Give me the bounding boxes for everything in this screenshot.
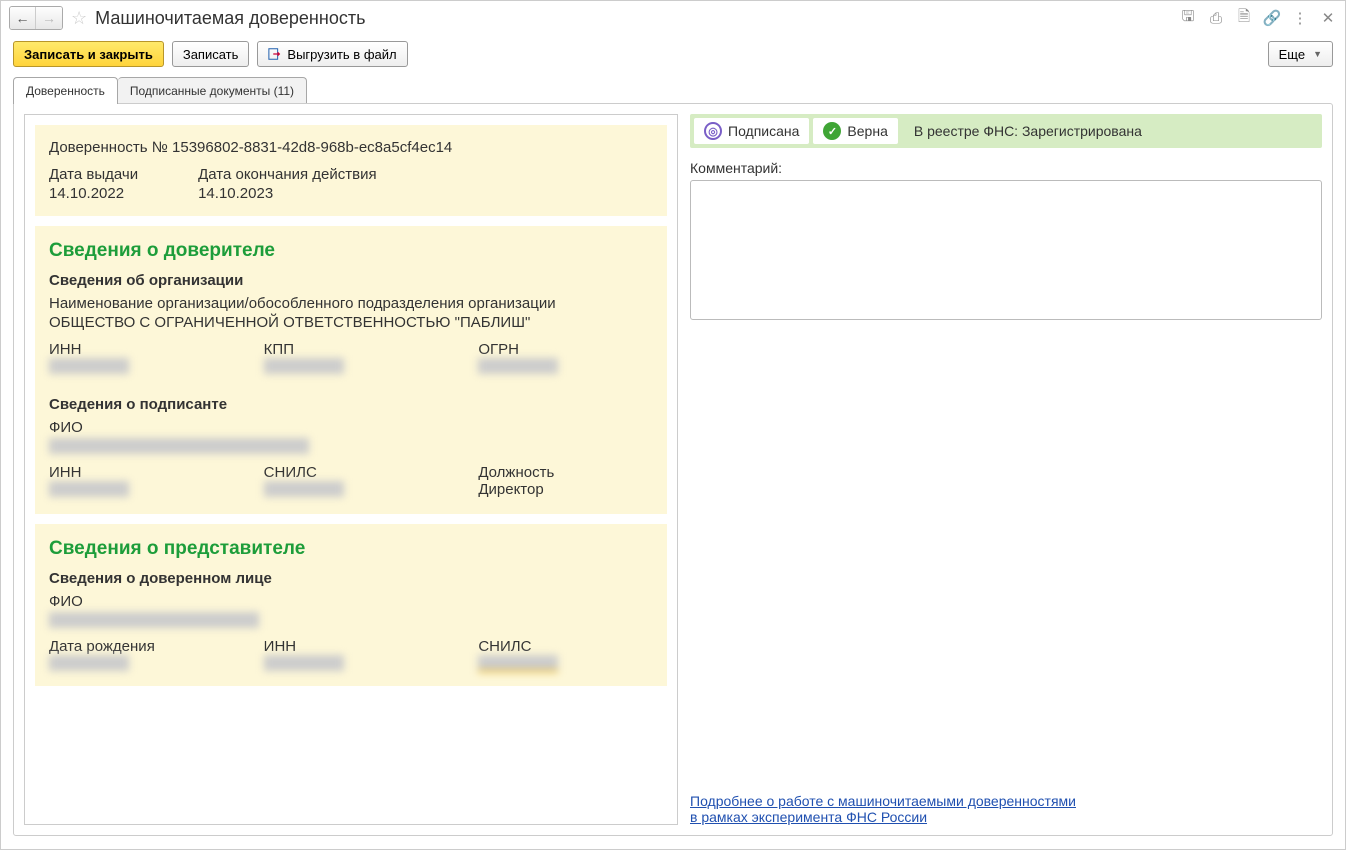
org-subtitle: Сведения об организации <box>49 272 653 289</box>
tab-main-label: Доверенность <box>26 84 105 98</box>
rep-title: Сведения о представителе <box>49 538 653 560</box>
issue-date-value: 14.10.2022 <box>49 185 138 202</box>
status-valid: ✓ Верна <box>813 118 897 144</box>
signer-snils-redacted: xxxxxxxxx <box>264 481 344 497</box>
export-icon <box>268 47 282 61</box>
more-button[interactable]: Еще ▼ <box>1268 41 1333 67</box>
signer-fio-label: ФИО <box>49 419 653 436</box>
report-icon[interactable]: 🗎 <box>1235 9 1253 27</box>
window-titlebar: ← → ☆ Машиночитаемая доверенность 🖫 ⎙ 🗎 … <box>1 1 1345 35</box>
org-name-value: ОБЩЕСТВО С ОГРАНИЧЕННОЙ ОТВЕТСТВЕННОСТЬЮ… <box>49 314 653 331</box>
rep-dob-label: Дата рождения <box>49 638 224 655</box>
help-link-block: Подробнее о работе с машиночитаемыми дов… <box>690 793 1322 825</box>
chevron-down-icon: ▼ <box>1313 49 1322 59</box>
status-signed-label: Подписана <box>728 123 799 139</box>
export-file-button[interactable]: Выгрузить в файл <box>257 41 407 67</box>
close-icon[interactable]: ✕ <box>1319 9 1337 27</box>
doc-number-box: Доверенность № 15396802-8831-42d8-968b-e… <box>35 125 667 216</box>
window-title: Машиночитаемая доверенность <box>95 8 365 29</box>
export-label: Выгрузить в файл <box>287 47 396 62</box>
save-close-label: Записать и закрыть <box>24 47 153 62</box>
tabs: Доверенность Подписанные документы (11) <box>1 77 1345 104</box>
status-valid-label: Верна <box>847 123 887 139</box>
signer-inn-label: ИНН <box>49 464 224 481</box>
arrow-left-icon: ← <box>16 10 30 26</box>
save-label: Записать <box>183 47 239 62</box>
help-link-line1: Подробнее о работе с машиночитаемыми дов… <box>690 793 1076 809</box>
stamp-icon: ◎ <box>704 122 722 140</box>
org-name-label: Наименование организации/обособленного п… <box>49 295 653 312</box>
check-icon: ✓ <box>823 122 841 140</box>
tab-doverennost[interactable]: Доверенность <box>13 77 118 104</box>
representative-section: Сведения о представителе Сведения о дове… <box>35 524 667 686</box>
signer-inn-redacted: xxxxxxx <box>49 481 129 497</box>
inn-value-redacted: xxxxxxxx <box>49 358 129 374</box>
side-panel: ◎ Подписана ✓ Верна В реестре ФНС: Зарег… <box>690 114 1322 825</box>
end-date-value: 14.10.2023 <box>198 185 377 202</box>
ogrn-value-redacted: xxxxxxxxx <box>478 358 558 374</box>
tab-signed-label: Подписанные документы (11) <box>130 84 294 98</box>
principal-section: Сведения о доверителе Сведения об органи… <box>35 226 667 514</box>
forward-button[interactable]: → <box>36 7 62 29</box>
rep-fio-redacted: xxxxxxxxxxxxxxxxxx <box>49 612 259 628</box>
status-registry: В реестре ФНС: Зарегистрирована <box>902 118 1318 144</box>
status-signed: ◎ Подписана <box>694 118 809 144</box>
signer-subtitle: Сведения о подписанте <box>49 396 653 413</box>
more-vert-icon[interactable]: ⋮ <box>1291 9 1309 27</box>
print-icon[interactable]: ⎙ <box>1207 9 1225 27</box>
rep-inn-redacted: xxxxxxxxx <box>264 655 344 671</box>
kpp-label: КПП <box>264 341 439 358</box>
rep-snils-redacted: xxxxxxxxxx <box>478 655 558 672</box>
link-icon[interactable]: 🔗 <box>1263 9 1281 27</box>
save-icon[interactable]: 🖫 <box>1179 9 1197 27</box>
doc-number: Доверенность № 15396802-8831-42d8-968b-e… <box>49 139 653 156</box>
principal-title: Сведения о доверителе <box>49 240 653 262</box>
signer-position-value: Директор <box>478 481 653 498</box>
signer-position-label: Должность <box>478 464 653 481</box>
comment-label: Комментарий: <box>690 160 1322 176</box>
back-button[interactable]: ← <box>10 7 36 29</box>
ogrn-label: ОГРН <box>478 341 653 358</box>
command-toolbar: Записать и закрыть Записать Выгрузить в … <box>1 35 1345 73</box>
comment-textarea[interactable] <box>690 180 1322 320</box>
kpp-value-redacted: xxxxxxx <box>264 358 344 374</box>
tab-signed-docs[interactable]: Подписанные документы (11) <box>118 77 307 104</box>
document-view[interactable]: Доверенность № 15396802-8831-42d8-968b-e… <box>24 114 678 825</box>
favorite-star-icon[interactable]: ☆ <box>71 8 87 29</box>
arrow-right-icon: → <box>42 10 56 26</box>
status-bar: ◎ Подписана ✓ Верна В реестре ФНС: Зарег… <box>690 114 1322 148</box>
save-and-close-button[interactable]: Записать и закрыть <box>13 41 164 67</box>
inn-label: ИНН <box>49 341 224 358</box>
help-link[interactable]: Подробнее о работе с машиночитаемыми дов… <box>690 793 1076 825</box>
save-button[interactable]: Записать <box>172 41 250 67</box>
rep-dob-redacted: xxxxxxxx <box>49 655 129 671</box>
rep-inn-label: ИНН <box>264 638 439 655</box>
rep-fio-label: ФИО <box>49 593 653 610</box>
help-link-line2: в рамках эксперимента ФНС России <box>690 809 927 825</box>
rep-snils-label: СНИЛС <box>478 638 653 655</box>
end-date-label: Дата окончания действия <box>198 166 377 183</box>
issue-date-label: Дата выдачи <box>49 166 138 183</box>
status-registry-label: В реестре ФНС: Зарегистрирована <box>914 123 1142 139</box>
signer-snils-label: СНИЛС <box>264 464 439 481</box>
rep-subtitle: Сведения о доверенном лице <box>49 570 653 587</box>
signer-fio-redacted: xxxxxxxxxxxxxxxxxxxxxxxx <box>49 438 309 454</box>
more-label: Еще <box>1279 47 1305 62</box>
